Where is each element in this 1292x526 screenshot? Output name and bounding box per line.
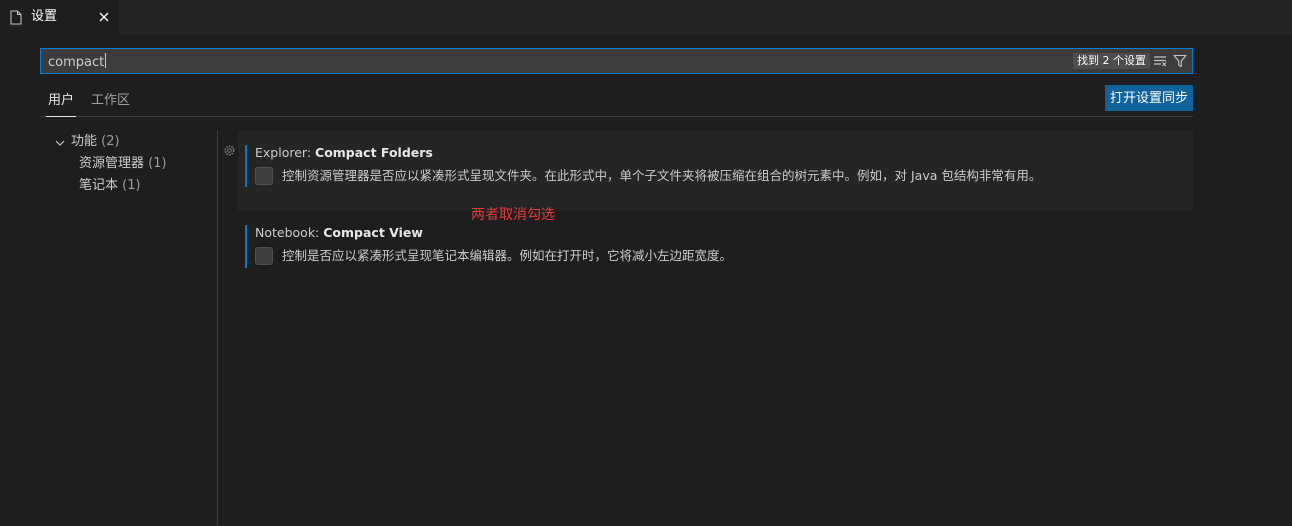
toc-item-count: (1) [122, 178, 141, 193]
compact-view-checkbox[interactable] [255, 247, 273, 265]
filter-icon[interactable] [1173, 54, 1187, 68]
setting-title-compact-folders: Explorer: Compact Folders [255, 145, 433, 161]
settings-search[interactable]: compact 找到 2 个设置 [40, 48, 1193, 74]
toc-item-count: (2) [101, 134, 120, 149]
setting-category: Notebook: [255, 225, 324, 240]
search-result-count: 找到 2 个设置 [1073, 53, 1150, 69]
search-input[interactable]: compact [48, 53, 107, 71]
gear-icon[interactable] [223, 144, 236, 157]
editor-tab-bar: 设置 [0, 0, 1292, 35]
toc-item-feature[interactable]: 功能 (2) [71, 133, 120, 151]
tab-settings[interactable]: 设置 [0, 0, 119, 35]
toc-divider [217, 130, 218, 526]
settings-scope-tabs: 用户 工作区 [40, 88, 1193, 117]
setting-title-compact-view: Notebook: Compact View [255, 225, 423, 241]
setting-modified-indicator [245, 225, 247, 268]
setting-key: Compact Folders [315, 145, 433, 160]
setting-modified-indicator [245, 145, 247, 187]
compact-folders-checkbox[interactable] [255, 167, 273, 185]
setting-description: 控制是否应以紧凑形式呈现笔记本编辑器。例如在打开时，它将减小左边距宽度。 [282, 248, 733, 263]
tab-workspace[interactable]: 工作区 [91, 92, 130, 110]
setting-key: Compact View [323, 225, 423, 240]
annotation-text: 两者取消勾选 [471, 207, 555, 223]
text-caret [105, 53, 107, 68]
toc-item-label: 功能 [71, 134, 98, 149]
clear-filter-icon[interactable] [1153, 54, 1167, 68]
tab-user[interactable]: 用户 [45, 92, 77, 117]
toc-item-explorer[interactable]: 资源管理器 (1) [79, 155, 167, 173]
file-icon [10, 10, 22, 25]
open-settings-sync-button[interactable]: 打开设置同步 [1105, 85, 1193, 111]
chevron-down-icon[interactable] [54, 137, 66, 149]
setting-category: Explorer: [255, 145, 316, 160]
toc-item-notebook[interactable]: 笔记本 (1) [79, 177, 141, 195]
setting-description: 控制资源管理器是否应以紧凑形式呈现文件夹。在此形式中，单个子文件夹将被压缩在组合… [282, 168, 1042, 183]
close-icon[interactable] [96, 9, 112, 25]
toc-item-count: (1) [148, 156, 167, 171]
tab-label: 设置 [31, 9, 58, 24]
toc-item-label: 笔记本 [79, 178, 119, 193]
toc-item-label: 资源管理器 [79, 156, 145, 171]
